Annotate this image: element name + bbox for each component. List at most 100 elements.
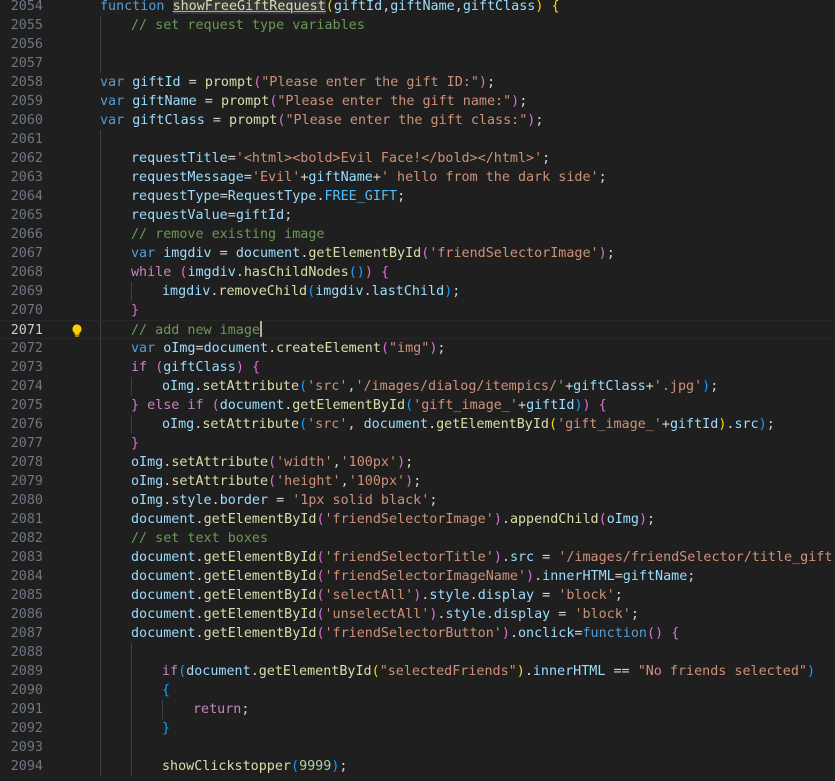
code-line[interactable]: 2091 return; bbox=[0, 700, 835, 719]
code-token: // add new image bbox=[131, 323, 260, 338]
code-token: giftId bbox=[235, 208, 285, 223]
code-token: . bbox=[195, 512, 204, 527]
code-token: . bbox=[195, 626, 204, 641]
code-token: ( bbox=[380, 341, 389, 356]
text-cursor bbox=[260, 321, 262, 337]
code-line[interactable]: 2077} bbox=[0, 434, 835, 453]
code-token: . bbox=[501, 512, 510, 527]
code-token: ( bbox=[316, 550, 325, 565]
code-line[interactable]: 2054 function showFreeGiftRequest(giftId,… bbox=[0, 0, 835, 16]
indent-guide bbox=[100, 700, 101, 719]
code-line[interactable]: 2056 bbox=[0, 35, 835, 54]
code-token: ) bbox=[493, 550, 502, 565]
code-line[interactable]: 2087 document.getElementById('friendSelec… bbox=[0, 624, 835, 643]
code-line[interactable]: 2055 // set request type variables bbox=[0, 16, 835, 35]
code-line[interactable]: 2089 if(document.getElementById("selected… bbox=[0, 662, 835, 681]
code-line[interactable]: 2066 // remove existing image bbox=[0, 225, 835, 244]
code-line[interactable]: 2067 var imgdiv = document.getElementById… bbox=[0, 244, 835, 263]
code-line[interactable]: 2079 oImg.setAttribute('height','100px'); bbox=[0, 472, 835, 491]
code-token: // set request type variables bbox=[131, 18, 365, 33]
code-line[interactable]: 2060 var giftClass = prompt("Please enter… bbox=[0, 111, 835, 130]
code-token: = bbox=[211, 246, 236, 261]
line-number: 2069 bbox=[10, 284, 43, 299]
code-token: . bbox=[509, 626, 518, 641]
code-line[interactable]: 2092} bbox=[0, 719, 835, 738]
code-line[interactable]: 2071 // add new image bbox=[0, 320, 835, 340]
code-line[interactable]: 2059 var giftName = prompt("Please enter … bbox=[0, 92, 835, 111]
code-token: } bbox=[162, 721, 171, 736]
code-token: function bbox=[582, 626, 648, 641]
code-token: ; bbox=[710, 379, 719, 394]
code-token: ) bbox=[574, 398, 583, 413]
code-token: ; bbox=[405, 455, 414, 470]
code-line[interactable]: 2075} else if (document.getElementById('… bbox=[0, 396, 835, 415]
indent-guide bbox=[131, 662, 132, 681]
code-token: . bbox=[316, 189, 325, 204]
code-line[interactable]: 2057 bbox=[0, 54, 835, 73]
code-token: display bbox=[477, 588, 535, 603]
code-line[interactable]: 2083 document.getElementById('friendSelec… bbox=[0, 548, 835, 567]
code-line[interactable]: 2076 oImg.setAttribute('src', document.ge… bbox=[0, 415, 835, 434]
code-token: src bbox=[734, 417, 759, 432]
code-line[interactable]: 2094 showClickstopper(9999); bbox=[0, 757, 835, 776]
code-token: innerHTML bbox=[532, 664, 606, 679]
code-token: hasChildNodes bbox=[243, 265, 349, 280]
code-token: . bbox=[195, 569, 204, 584]
code-token: document bbox=[131, 569, 196, 584]
code-editor[interactable]: 2054 function showFreeGiftRequest(giftId,… bbox=[0, 0, 835, 781]
code-line[interactable]: 2073 if (giftClass) { bbox=[0, 358, 835, 377]
code-token: "Please enter the gift ID:" bbox=[261, 75, 479, 90]
indent-guide bbox=[100, 491, 101, 510]
code-token: document bbox=[131, 512, 196, 527]
code-token: ) bbox=[397, 455, 406, 470]
code-token: "selectedFriends" bbox=[379, 664, 517, 679]
code-text: } bbox=[162, 719, 170, 738]
code-line[interactable]: 2068 while (imgdiv.hasChildNodes()) { bbox=[0, 263, 835, 282]
line-number: 2080 bbox=[10, 493, 43, 508]
indent-guide bbox=[100, 415, 101, 434]
code-line[interactable]: 2061 bbox=[0, 130, 835, 149]
code-line[interactable]: 2074 oImg.setAttribute('src','/images/dia… bbox=[0, 377, 835, 396]
code-line[interactable]: 2062 requestTitle='<html><bold>Evil Face!… bbox=[0, 149, 835, 168]
code-token: = bbox=[574, 626, 583, 641]
code-token: getElementById bbox=[203, 569, 317, 584]
line-number: 2078 bbox=[10, 455, 43, 470]
code-token: 'block' bbox=[558, 588, 615, 603]
code-token: oImg bbox=[131, 474, 164, 489]
code-line[interactable]: 2058 var giftId = prompt("Please enter th… bbox=[0, 73, 835, 92]
code-line[interactable]: 2082 // set text boxes bbox=[0, 529, 835, 548]
code-line[interactable]: 2085 document.getElementById('selectAll')… bbox=[0, 586, 835, 605]
code-token: getElementById bbox=[203, 512, 317, 527]
code-token: + bbox=[565, 379, 574, 394]
code-token: if bbox=[131, 360, 156, 375]
code-token: appendChild bbox=[509, 512, 599, 527]
code-text: if(document.getElementById("selectedFrie… bbox=[162, 662, 815, 681]
indent-guide bbox=[131, 719, 132, 738]
code-token: 'friendSelectorButton' bbox=[324, 626, 502, 641]
code-token: ( bbox=[268, 474, 277, 489]
code-line[interactable]: 2064 requestType=RequestType.FREE_GIFT; bbox=[0, 187, 835, 206]
code-line[interactable]: 2081 document.getElementById('friendSelec… bbox=[0, 510, 835, 529]
code-line[interactable]: 2093 bbox=[0, 738, 835, 757]
code-line[interactable]: 2069 imgdiv.removeChild(imgdiv.lastChild)… bbox=[0, 282, 835, 301]
code-token: '100px' bbox=[340, 455, 398, 470]
code-token: document bbox=[131, 607, 196, 622]
code-line[interactable]: 2078 oImg.setAttribute('width','100px'); bbox=[0, 453, 835, 472]
code-line[interactable]: 2065 requestValue=giftId; bbox=[0, 206, 835, 225]
code-line[interactable]: 2063 requestMessage='Evil'+giftName+' hel… bbox=[0, 168, 835, 187]
code-token: '/images/friendSelector/title_gift.png' bbox=[558, 550, 835, 565]
code-line[interactable]: 2090 { bbox=[0, 681, 835, 700]
code-text: var giftName = prompt("Please enter the … bbox=[100, 92, 527, 111]
code-line[interactable]: 2072 var oImg=document.createElement("img… bbox=[0, 339, 835, 358]
line-number: 2084 bbox=[10, 569, 43, 584]
code-line[interactable]: 2086 document.getElementById('unselectAll… bbox=[0, 605, 835, 624]
indent-guide bbox=[100, 130, 101, 149]
indent-guide bbox=[100, 321, 101, 340]
lightbulb-icon[interactable] bbox=[71, 324, 83, 338]
code-text: // add new image bbox=[131, 321, 262, 340]
code-line[interactable]: 2088 bbox=[0, 643, 835, 662]
code-line[interactable]: 2080 oImg.style.border = '1px solid black… bbox=[0, 491, 835, 510]
code-line[interactable]: 2084 document.getElementById('friendSelec… bbox=[0, 567, 835, 586]
code-token: ( bbox=[268, 455, 277, 470]
code-line[interactable]: 2070} bbox=[0, 301, 835, 320]
